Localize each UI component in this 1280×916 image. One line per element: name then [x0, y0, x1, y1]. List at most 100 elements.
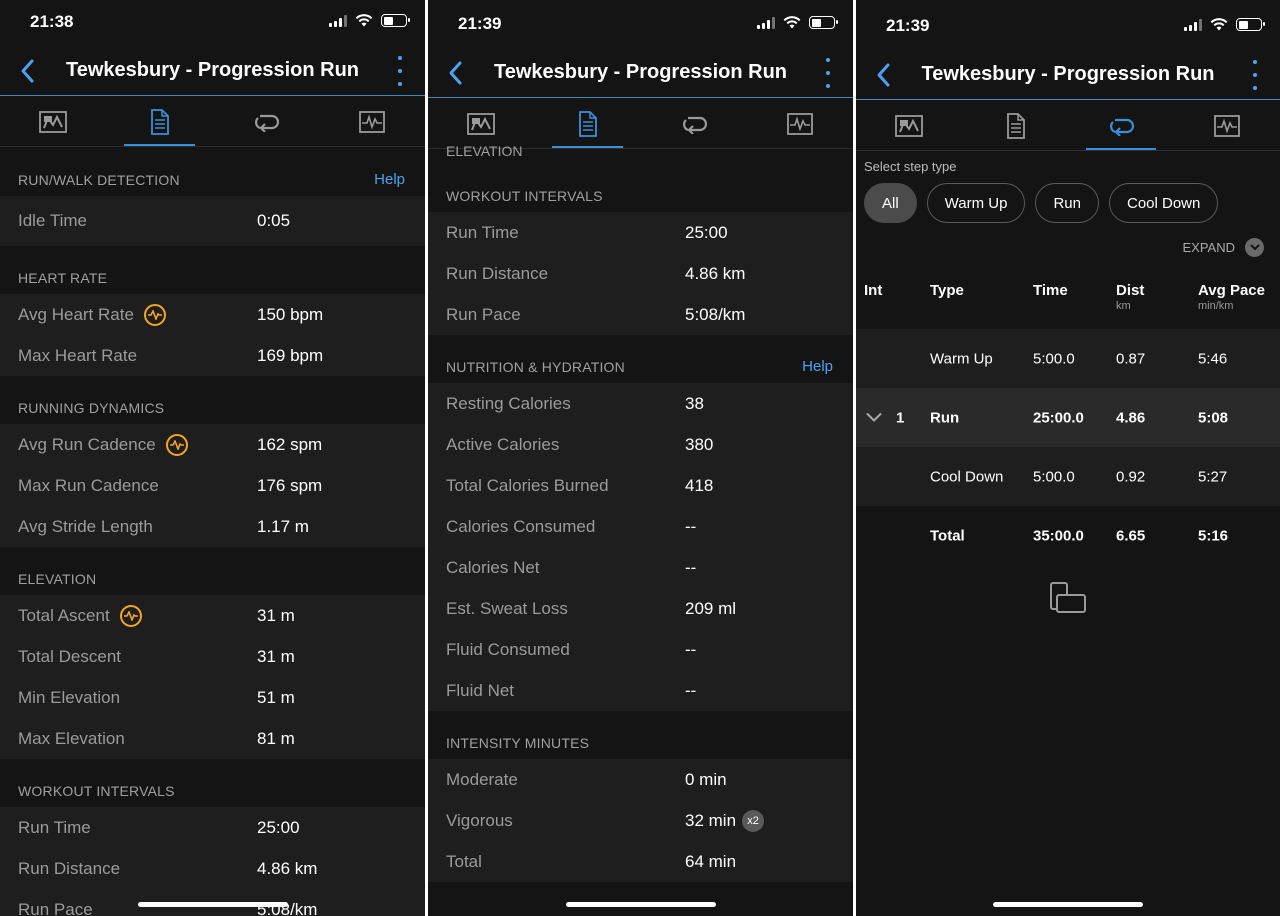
section-title: WORKOUT INTERVALS	[446, 188, 603, 204]
col-int: Int	[864, 282, 883, 299]
tab-map[interactable]	[0, 97, 106, 146]
list-item: Max Run Cadence 176 spm	[0, 465, 425, 506]
chip-cool-down[interactable]: Cool Down	[1108, 183, 1219, 223]
chart-icon	[786, 112, 813, 135]
stat-label: Resting Calories	[446, 393, 571, 413]
tab-laps[interactable]	[641, 99, 747, 148]
cell-type: Cool Down	[930, 468, 1004, 485]
list-item: Avg Heart Rate 150 bpm	[0, 294, 425, 335]
stat-value: 162 spm	[257, 434, 323, 454]
chip-all[interactable]: All	[864, 183, 917, 223]
step-type-label: Select step type	[864, 159, 957, 174]
more-menu-icon[interactable]	[395, 56, 405, 86]
list-item: Vigorous 32 min x2	[428, 800, 853, 841]
stat-value: 418	[685, 475, 714, 495]
stat-label: Run Distance	[446, 263, 549, 283]
section-header: INTENSITY MINUTES	[428, 711, 853, 759]
stats-list: ELEVATION WORKOUT INTERVALS Run Time 25:0…	[428, 143, 853, 882]
cell-time: 35:00.0	[1033, 527, 1084, 544]
multiplier-badge: x2	[742, 809, 765, 832]
stat-value: 0 min	[685, 769, 727, 789]
stat-value: 1.17 m	[257, 516, 309, 536]
chart-icon	[358, 110, 385, 133]
chart-available-icon[interactable]	[165, 433, 188, 456]
stat-label: Avg Stride Length	[18, 516, 153, 536]
home-indicator[interactable]	[993, 902, 1143, 907]
tab-laps[interactable]	[213, 97, 319, 146]
home-indicator[interactable]	[137, 902, 288, 907]
status-time: 21:38	[30, 12, 74, 31]
list-item: Active Calories 380	[428, 424, 853, 465]
document-icon	[1007, 112, 1025, 139]
list-item: Run Pace 5:08/km	[428, 294, 853, 335]
stat-label: Run Time	[446, 222, 519, 242]
stat-label: Calories Net	[446, 557, 540, 577]
stat-value: --	[685, 557, 697, 577]
status-time: 21:39	[458, 14, 502, 33]
stat-label-text: Total Ascent	[18, 605, 110, 625]
list-item: Avg Stride Length 1.17 m	[0, 506, 425, 547]
stat-label: Avg Heart Rate	[18, 303, 166, 326]
tab-stats[interactable]	[962, 101, 1068, 150]
stat-value: 31 m	[257, 646, 295, 666]
cell-int: 1	[896, 409, 905, 426]
home-indicator[interactable]	[565, 902, 716, 907]
tab-map[interactable]	[856, 101, 962, 150]
more-menu-icon[interactable]	[823, 58, 833, 88]
table-row[interactable]: 1 Run 25:00.0 4.86 5:08	[856, 388, 1280, 447]
list-item: Total Descent 31 m	[0, 636, 425, 677]
section-title: INTENSITY MINUTES	[446, 735, 590, 751]
cell-dist: 6.65	[1116, 527, 1146, 544]
stat-value: 51 m	[257, 687, 295, 707]
stat-label-text: Avg Run Cadence	[18, 434, 156, 454]
stat-label: Est. Sweat Loss	[446, 598, 568, 618]
cellular-signal-icon	[1184, 18, 1202, 31]
collapse-chevron-icon[interactable]	[866, 409, 882, 426]
chart-icon	[1214, 114, 1240, 137]
list-item: Min Elevation 51 m	[0, 677, 425, 718]
chart-available-icon[interactable]	[119, 604, 142, 627]
stat-value: 209 ml	[685, 598, 737, 618]
help-link[interactable]: Help	[374, 171, 405, 188]
tab-charts[interactable]	[747, 99, 853, 148]
cell-dist: 4.86	[1116, 409, 1146, 426]
laps-icon	[1110, 118, 1135, 136]
stat-value: 81 m	[257, 728, 295, 748]
more-menu-icon[interactable]	[1250, 60, 1260, 90]
help-link[interactable]: Help	[802, 358, 833, 375]
col-dist-unit: km	[1116, 300, 1131, 312]
list-item: Moderate 0 min	[428, 759, 853, 800]
list-item: Run Distance 4.86 km	[0, 848, 425, 889]
stat-value: 5:08/km	[685, 304, 746, 324]
section-title: HEART RATE	[18, 270, 108, 286]
tab-map[interactable]	[428, 99, 534, 148]
tab-charts[interactable]	[319, 97, 425, 146]
chip-warm-up[interactable]: Warm Up	[926, 183, 1026, 223]
cell-time: 25:00.0	[1033, 409, 1084, 426]
stat-label: Total Descent	[18, 646, 121, 666]
tab-bar	[856, 101, 1280, 151]
section-header: WORKOUT INTERVALS	[428, 164, 853, 212]
cellular-signal-icon	[329, 14, 347, 27]
rotate-landscape-icon[interactable]	[1049, 581, 1087, 615]
tab-stats[interactable]	[534, 99, 640, 148]
table-row[interactable]: Cool Down 5:00.0 0.92 5:27	[856, 447, 1280, 506]
status-bar: 21:39	[428, 0, 853, 44]
cell-time: 5:00.0	[1033, 350, 1075, 367]
chip-run[interactable]: Run	[1035, 183, 1099, 223]
list-item: Calories Consumed --	[428, 506, 853, 547]
expand-button[interactable]: EXPAND	[1182, 238, 1264, 257]
document-icon	[579, 110, 598, 137]
laps-icon	[682, 116, 707, 134]
expand-label: EXPAND	[1182, 240, 1236, 255]
page-title: Tewkesbury - Progression Run	[493, 61, 788, 83]
wifi-icon	[355, 14, 373, 27]
list-item: Calories Net --	[428, 547, 853, 588]
cell-time: 5:00.0	[1033, 468, 1075, 485]
chart-available-icon[interactable]	[143, 303, 166, 326]
tab-charts[interactable]	[1174, 101, 1280, 150]
table-row[interactable]: Warm Up 5:00.0 0.87 5:46	[856, 329, 1280, 388]
tab-stats[interactable]	[106, 97, 212, 146]
tab-laps[interactable]	[1068, 101, 1174, 150]
list-item: Est. Sweat Loss 209 ml	[428, 588, 853, 629]
